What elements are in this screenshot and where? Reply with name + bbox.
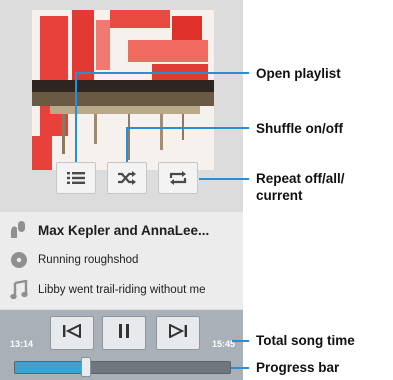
artist-name: Max Kepler and AnnaLee...: [38, 222, 210, 238]
callout-shuffle: Shuffle on/off: [256, 121, 343, 136]
callout-open-playlist: Open playlist: [256, 66, 341, 81]
pause-icon: [117, 323, 131, 344]
progress-handle[interactable]: [80, 357, 91, 377]
callout-line-progress: [231, 367, 249, 369]
repeat-button[interactable]: [158, 162, 198, 194]
previous-icon: [62, 322, 82, 343]
microphone-icon: [0, 220, 38, 240]
music-player-screen: Max Kepler and AnnaLee... Running roughs…: [0, 0, 243, 380]
callout-line-repeat: [199, 178, 249, 180]
callout-repeat-line1: Repeat off/all/: [256, 171, 345, 186]
list-icon: [67, 171, 85, 185]
callout-line-playlist-h: [75, 72, 249, 74]
album-art: [32, 10, 214, 170]
callout-line-shuffle-v: [126, 127, 128, 162]
callout-line-total-time: [232, 340, 249, 342]
disc-icon: [0, 251, 38, 269]
previous-button[interactable]: [50, 316, 94, 350]
progress-fill: [15, 362, 87, 373]
next-button[interactable]: [156, 316, 200, 350]
album-name: Running roughshod: [38, 254, 139, 266]
callout-progress-bar: Progress bar: [256, 360, 340, 375]
song-title: Libby went trail-riding without me: [38, 284, 206, 296]
callout-line-shuffle-h: [126, 127, 249, 129]
playlist-button[interactable]: [56, 162, 96, 194]
repeat-icon: [169, 171, 187, 185]
track-info: Max Kepler and AnnaLee... Running roughs…: [0, 212, 243, 309]
pause-button[interactable]: [102, 316, 146, 350]
album-row: Running roughshod: [0, 249, 243, 271]
shuffle-button[interactable]: [107, 162, 147, 194]
progress-bar[interactable]: [14, 361, 231, 374]
callout-line-playlist-v: [75, 72, 77, 162]
next-icon: [168, 322, 188, 343]
callout-repeat-line2: current: [256, 188, 303, 203]
song-row: Libby went trail-riding without me: [0, 277, 243, 303]
elapsed-time: 13:14: [10, 339, 34, 349]
callout-total-time: Total song time: [256, 333, 355, 348]
shuffle-icon: [117, 171, 137, 185]
music-note-icon: [0, 280, 38, 300]
artist-row: Max Kepler and AnnaLee...: [0, 217, 243, 243]
